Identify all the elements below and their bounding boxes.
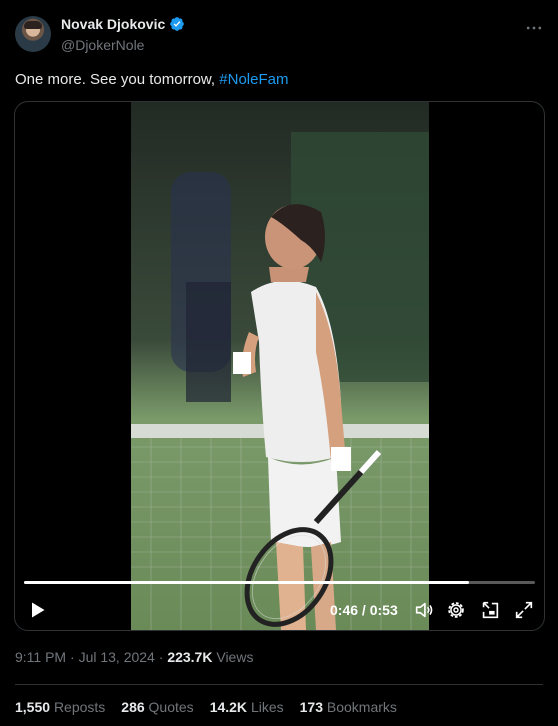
bookmarks-count: 173 [299,699,323,715]
video-progress-bar[interactable] [24,581,535,584]
video-time: 0:46 / 0:53 [330,602,398,618]
tweet-time[interactable]: 9:11 PM [15,649,66,665]
current-time: 0:46 [330,602,359,618]
quotes-label: Quotes [148,699,194,715]
tweet-date[interactable]: Jul 13, 2024 [79,649,155,665]
volume-icon[interactable] [413,599,435,621]
avatar[interactable] [15,16,51,52]
time-separator: / [358,602,370,618]
video-player[interactable]: 0:46 / 0:53 [14,101,545,631]
tweet-text: One more. See you tomorrow, #NoleFam [15,70,288,90]
bookmarks-label: Bookmarks [326,699,397,715]
views-label: Views [212,649,254,665]
author-handle[interactable]: @DjokerNole [61,37,185,53]
author-info: Novak Djokovic @DjokerNole [61,16,185,53]
reposts-label: Reposts [53,699,106,715]
likes-count: 14.2K [209,699,248,715]
quotes-stat[interactable]: 286 Quotes [121,699,193,715]
fullscreen-icon[interactable] [513,599,535,621]
name-row: Novak Djokovic [61,16,185,32]
likes-stat[interactable]: 14.2K Likes [210,699,284,715]
duration: 0:53 [369,602,398,618]
settings-icon[interactable] [445,599,467,621]
reposts-stat[interactable]: 1,550 Reposts [15,699,105,715]
tweet-header: Novak Djokovic @DjokerNole [15,14,544,56]
tweet-body: One more. See you tomorrow, [15,71,220,88]
video-frame [131,102,429,630]
divider [15,684,543,685]
play-icon[interactable] [27,600,47,620]
likes-label: Likes [250,699,284,715]
verified-badge-icon [170,17,185,31]
meta-dot: · [66,649,79,665]
more-options-icon[interactable] [524,18,544,38]
views-count: 223.7K [167,649,213,665]
video-progress-fill [24,581,469,584]
picture-in-picture-icon[interactable] [479,599,501,621]
engagement-stats: 1,550 Reposts 286 Quotes 14.2K Likes 173… [15,699,397,715]
hashtag-link[interactable]: #NoleFam [219,71,288,88]
tweet-meta: 9:11 PM · Jul 13, 2024 · 223.7K Views [15,649,253,665]
quotes-count: 286 [121,699,145,715]
reposts-count: 1,550 [15,699,51,715]
author-name[interactable]: Novak Djokovic [61,16,165,32]
meta-dot-2: · [154,649,168,665]
bookmarks-stat[interactable]: 173 Bookmarks [300,699,397,715]
